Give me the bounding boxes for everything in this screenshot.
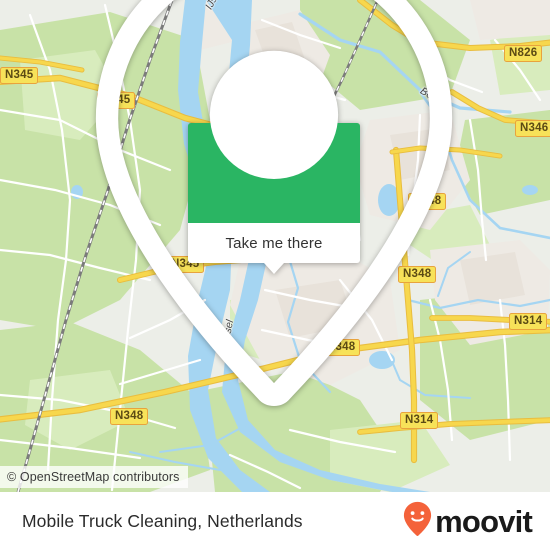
map-page: IJssel IJssel Berkel N345 N345 N345 N826… xyxy=(0,0,550,550)
attribution-text: © OpenStreetMap contributors xyxy=(7,470,180,484)
take-me-there-label: Take me there xyxy=(225,234,323,252)
moovit-wordmark: moovit xyxy=(435,503,533,539)
popup-tail-arrow xyxy=(264,262,284,274)
page-title: Mobile Truck Cleaning, Netherlands xyxy=(22,510,303,531)
footer-bar: Mobile Truck Cleaning, Netherlands moovi… xyxy=(0,492,550,550)
moovit-smiley-pin-icon xyxy=(403,501,432,542)
map-canvas[interactable]: IJssel IJssel Berkel N345 N345 N345 N826… xyxy=(0,0,550,492)
map-attribution[interactable]: © OpenStreetMap contributors xyxy=(0,466,188,488)
location-popup-card[interactable]: Take me there xyxy=(95,0,453,406)
popup-pin-area xyxy=(95,0,453,406)
location-pin-icon xyxy=(0,0,549,419)
moovit-logo[interactable]: moovit xyxy=(403,501,533,542)
